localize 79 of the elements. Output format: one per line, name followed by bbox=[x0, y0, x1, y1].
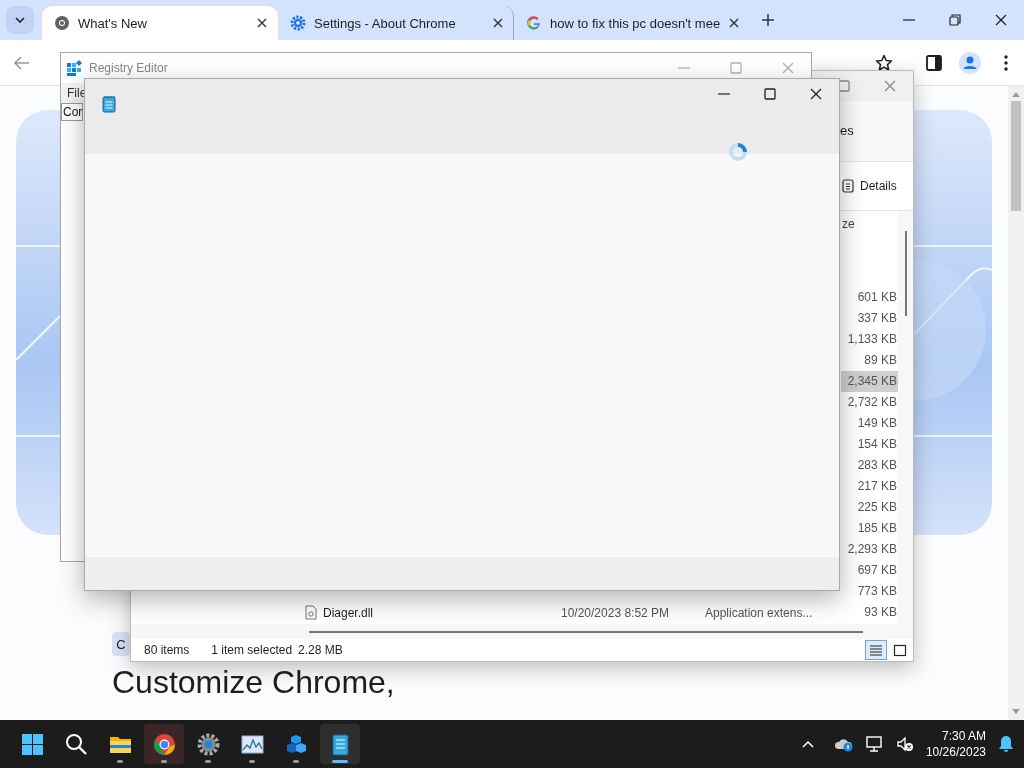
close-icon[interactable] bbox=[810, 88, 822, 100]
tab-title: What's New bbox=[78, 15, 148, 31]
scroll-down-icon bbox=[1012, 709, 1020, 714]
selection-info: 1 item selected bbox=[211, 643, 293, 658]
size-cell[interactable]: 2,293 KB bbox=[841, 539, 898, 561]
size-cell[interactable]: 225 KB bbox=[841, 497, 898, 519]
chart-window-icon bbox=[240, 732, 264, 756]
tab-title: Settings - About Chrome bbox=[314, 15, 457, 31]
size-cell[interactable]: 773 KB bbox=[841, 581, 898, 603]
chevron-up-icon[interactable] bbox=[801, 740, 814, 748]
tab-search-button[interactable] bbox=[6, 6, 34, 34]
back-arrow-icon[interactable] bbox=[14, 55, 30, 70]
clock[interactable]: 7:30 AM 10/26/2023 bbox=[925, 728, 986, 760]
type-cell-text: Application extens... bbox=[705, 605, 814, 620]
details-view-icon bbox=[869, 643, 883, 657]
address-field[interactable]: Cor bbox=[61, 103, 83, 121]
star-icon[interactable] bbox=[875, 53, 893, 72]
registry-icon bbox=[67, 60, 83, 76]
size-cell[interactable]: 2,345 KB bbox=[841, 371, 898, 393]
column-header[interactable]: ze bbox=[842, 217, 855, 232]
selection-size: 2.28 MB bbox=[298, 643, 343, 658]
file-name: Diager.dll bbox=[323, 605, 374, 620]
gear-icon bbox=[290, 15, 306, 31]
maximize-icon[interactable] bbox=[764, 88, 776, 100]
details-pane-icon bbox=[842, 178, 854, 193]
close-icon[interactable] bbox=[729, 18, 739, 28]
size-cell[interactable]: 2,732 KB bbox=[841, 392, 898, 414]
page-heading: Customize Chrome, bbox=[112, 664, 395, 701]
close-icon[interactable] bbox=[493, 18, 503, 28]
restore-icon[interactable] bbox=[949, 14, 961, 26]
size-cell[interactable]: 697 KB bbox=[841, 560, 898, 582]
size-cell[interactable]: 89 KB bbox=[841, 350, 898, 372]
close-icon[interactable] bbox=[257, 18, 267, 28]
bell-icon[interactable] bbox=[998, 735, 1014, 753]
side-panel-icon[interactable] bbox=[926, 54, 942, 71]
size-cell[interactable]: 337 KB bbox=[841, 308, 898, 330]
plus-icon[interactable] bbox=[762, 14, 774, 26]
search-icon bbox=[64, 732, 88, 756]
browser-tab[interactable]: Settings - About Chrome bbox=[278, 6, 514, 40]
chevron-down-icon bbox=[15, 17, 25, 23]
size-cell[interactable]: 93 KB bbox=[841, 602, 898, 624]
size-cell[interactable]: 1,133 KB bbox=[841, 329, 898, 351]
size-cell[interactable]: 217 KB bbox=[841, 476, 898, 498]
large-icons-view-icon bbox=[893, 643, 907, 657]
details-button[interactable]: Details bbox=[840, 174, 899, 197]
scroll-up-icon bbox=[1012, 92, 1020, 97]
address-text: es bbox=[840, 123, 854, 139]
network-icon[interactable] bbox=[865, 736, 884, 752]
window-title: Registry Editor bbox=[89, 61, 168, 75]
more-menu-icon[interactable] bbox=[1004, 54, 1008, 71]
g-logo-icon bbox=[526, 15, 542, 31]
date-cell-text: 10/20/2023 8:52 PM bbox=[561, 605, 671, 620]
taskbar-app-button[interactable] bbox=[320, 724, 360, 764]
size-cell[interactable]: 601 KB bbox=[841, 287, 898, 309]
scrollbar[interactable] bbox=[1008, 86, 1024, 720]
size-cell[interactable]: 283 KB bbox=[841, 455, 898, 477]
size-cell[interactable]: 154 KB bbox=[841, 434, 898, 456]
cubes-icon bbox=[284, 732, 308, 756]
scrollbar-thumb[interactable] bbox=[904, 231, 907, 317]
cloud-info-icon[interactable] bbox=[833, 736, 854, 752]
chrome-icon bbox=[54, 15, 70, 31]
chip-label: C bbox=[112, 632, 130, 656]
notepad-icon bbox=[102, 95, 116, 113]
size-cell[interactable]: 185 KB bbox=[841, 518, 898, 540]
browser-tab[interactable]: What's New bbox=[42, 6, 278, 40]
item-count: 80 items bbox=[144, 643, 190, 658]
windows-logo-icon bbox=[20, 732, 44, 756]
gear-icon bbox=[196, 732, 220, 756]
browser-tab[interactable]: how to fix this pc doesn't mee bbox=[514, 6, 750, 40]
scrollbar-thumb[interactable] bbox=[309, 630, 863, 633]
view-toggle[interactable] bbox=[865, 640, 887, 661]
size-cell[interactable]: 149 KB bbox=[841, 413, 898, 435]
scrollbar-thumb[interactable] bbox=[1011, 101, 1021, 211]
tab-title: how to fix this pc doesn't mee bbox=[550, 15, 721, 31]
speaker-muted-icon[interactable] bbox=[895, 736, 914, 752]
taskbar-app-button[interactable] bbox=[144, 724, 184, 764]
chrome-icon bbox=[152, 732, 176, 756]
profile-avatar-icon[interactable] bbox=[959, 51, 981, 74]
close-icon[interactable] bbox=[995, 14, 1007, 26]
